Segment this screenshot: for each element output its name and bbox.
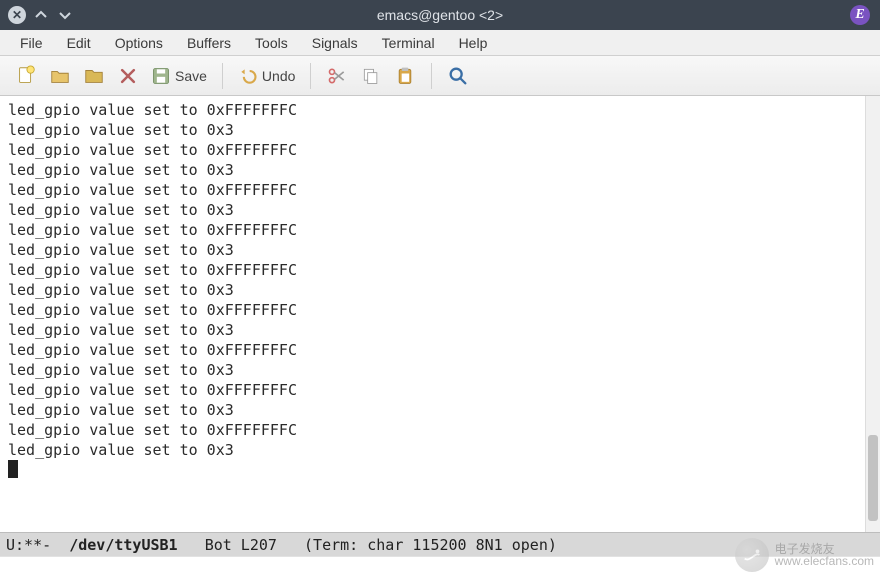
open-directory-button[interactable] xyxy=(78,61,110,91)
close-buffer-button[interactable] xyxy=(112,61,144,91)
toolbar-separator xyxy=(310,63,311,89)
search-button[interactable] xyxy=(442,61,474,91)
modeline-prefix: U:**- xyxy=(6,536,69,554)
watermark-text-2: www.elecfans.com xyxy=(775,555,874,567)
toolbar-separator xyxy=(431,63,432,89)
open-file-button[interactable] xyxy=(44,61,76,91)
menu-buffers[interactable]: Buffers xyxy=(175,30,243,55)
menu-terminal[interactable]: Terminal xyxy=(370,30,447,55)
menu-signals[interactable]: Signals xyxy=(300,30,370,55)
cursor xyxy=(8,460,18,478)
copy-icon xyxy=(361,66,381,86)
folder-icon xyxy=(83,65,105,87)
save-button[interactable]: Save xyxy=(146,61,212,91)
save-button-label: Save xyxy=(175,68,207,84)
modeline-position: Bot L207 xyxy=(205,536,277,554)
modeline-spacer xyxy=(178,536,205,554)
modeline-mode: (Term: char 115200 8N1 open) xyxy=(277,536,557,554)
scrollbar-thumb[interactable] xyxy=(868,435,878,521)
watermark-logo-icon xyxy=(735,538,769,572)
modeline-buffer-name: /dev/ttyUSB1 xyxy=(69,536,177,554)
window-titlebar: ✕ emacs@gentoo <2> E xyxy=(0,0,880,30)
menu-bar: File Edit Options Buffers Tools Signals … xyxy=(0,30,880,56)
undo-arrow-icon xyxy=(238,66,258,86)
clipboard-icon xyxy=(395,66,415,86)
copy-button[interactable] xyxy=(355,61,387,91)
buffer-area: led_gpio value set to 0xFFFFFFFC led_gpi… xyxy=(0,96,880,532)
paste-button[interactable] xyxy=(389,61,421,91)
undo-button-label: Undo xyxy=(262,68,295,84)
undo-button[interactable]: Undo xyxy=(233,61,300,91)
save-floppy-icon xyxy=(151,66,171,86)
cut-button[interactable] xyxy=(321,61,353,91)
open-folder-icon xyxy=(49,65,71,87)
window-title: emacs@gentoo <2> xyxy=(0,7,880,23)
menu-options[interactable]: Options xyxy=(103,30,175,55)
vertical-scrollbar[interactable] xyxy=(865,96,880,532)
image-watermark: 电子发烧友 www.elecfans.com xyxy=(735,538,874,572)
new-file-button[interactable] xyxy=(10,61,42,91)
new-file-icon xyxy=(15,65,37,87)
menu-help[interactable]: Help xyxy=(447,30,500,55)
toolbar-separator xyxy=(222,63,223,89)
menu-edit[interactable]: Edit xyxy=(55,30,103,55)
window-close-button[interactable]: ✕ xyxy=(8,6,26,24)
menu-tools[interactable]: Tools xyxy=(243,30,300,55)
tool-bar: Save Undo xyxy=(0,56,880,96)
close-icon xyxy=(118,66,138,86)
window-shade-up-button[interactable] xyxy=(32,6,50,24)
scissors-icon xyxy=(327,66,347,86)
terminal-buffer[interactable]: led_gpio value set to 0xFFFFFFFC led_gpi… xyxy=(0,96,864,532)
menu-file[interactable]: File xyxy=(8,30,55,55)
emacs-app-icon: E xyxy=(850,5,870,25)
search-icon xyxy=(447,65,469,87)
window-shade-down-button[interactable] xyxy=(56,6,74,24)
